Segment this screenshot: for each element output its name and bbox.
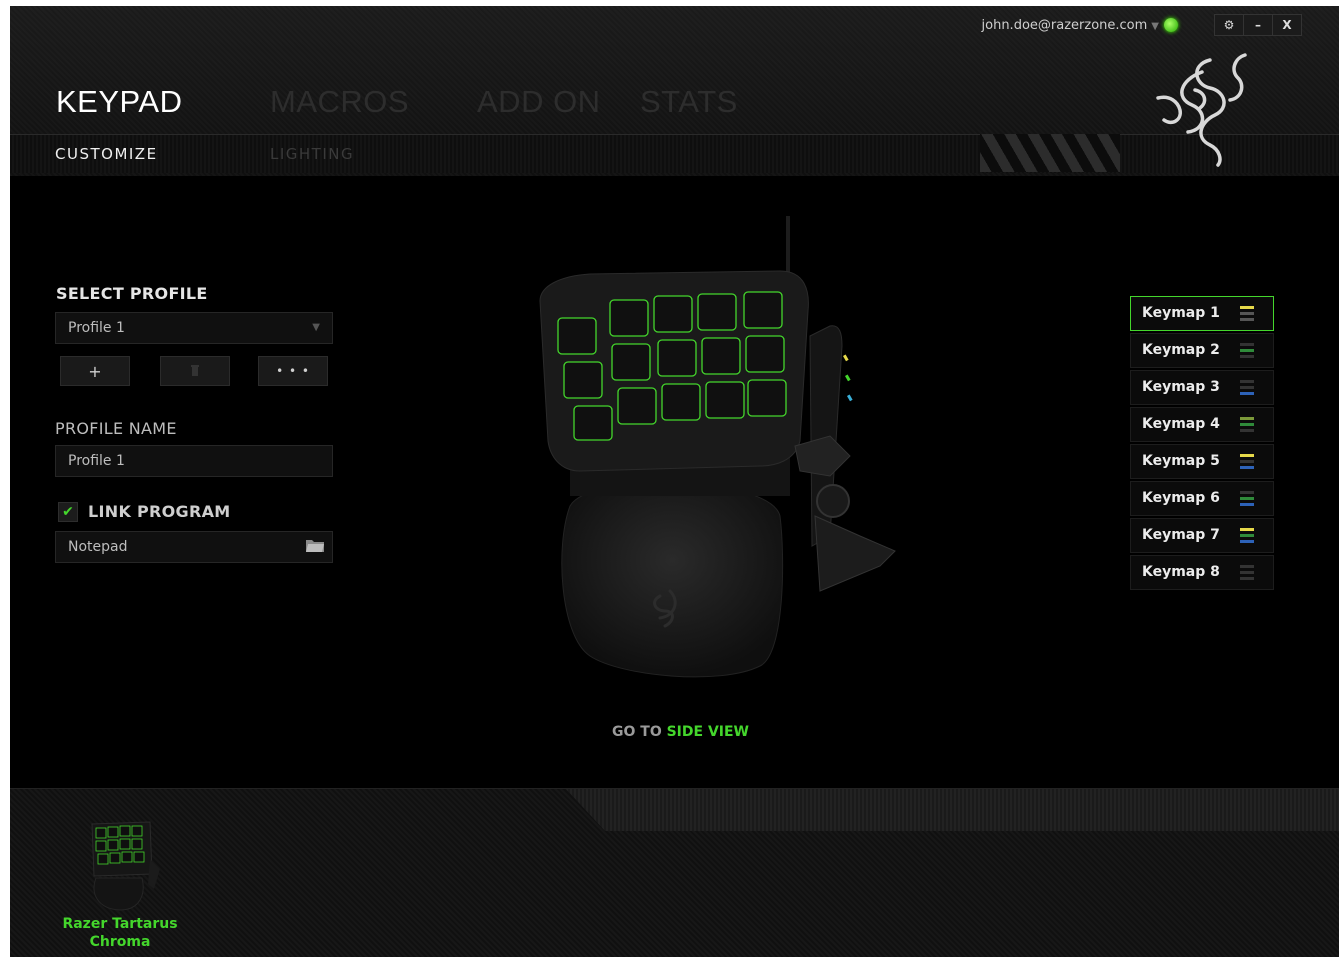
program-value: Notepad <box>68 539 128 555</box>
keymap-item[interactable]: Keymap 4 <box>1130 407 1274 442</box>
checkmark-icon: ✔ <box>62 504 74 520</box>
user-email: john.doe@razerzone.com <box>981 18 1148 33</box>
device-name-line1: Razer Tartarus <box>62 916 178 932</box>
close-button[interactable]: X <box>1273 15 1301 35</box>
keymap-color-icon <box>1240 380 1254 396</box>
settings-button[interactable]: ⚙ <box>1215 15 1244 35</box>
profile-dropdown-value: Profile 1 <box>68 320 125 336</box>
chevron-down-icon: ▼ <box>312 322 320 333</box>
device-name-line2: Chroma <box>89 934 151 950</box>
main-tabs: KEYPAD MACROS ADD ON STATS <box>56 84 738 120</box>
device-thumbnail[interactable] <box>80 814 166 914</box>
delete-profile-button[interactable] <box>160 356 230 386</box>
link-program-checkbox[interactable]: ✔ <box>58 502 78 522</box>
keymap-item[interactable]: Keymap 7 <box>1130 518 1274 553</box>
tab-stats[interactable]: STATS <box>640 84 738 120</box>
keymap-item[interactable]: Keymap 6 <box>1130 481 1274 516</box>
profile-name-input[interactable]: Profile 1 <box>55 445 333 477</box>
caret-down-icon: ▼ <box>1151 21 1159 32</box>
keymap-label: Keymap 5 <box>1142 453 1220 469</box>
keymap-label: Keymap 4 <box>1142 416 1220 432</box>
keypad-device-image <box>539 216 896 678</box>
keymap-color-icon <box>1240 306 1254 322</box>
keymap-label: Keymap 7 <box>1142 527 1220 543</box>
subtab-customize[interactable]: CUSTOMIZE <box>55 145 158 163</box>
keymap-color-icon <box>1240 528 1254 544</box>
razer-logo-icon <box>1156 53 1247 167</box>
keymap-list: Keymap 1 Keymap 2 Keymap 3 Keymap 4 Keym… <box>1130 296 1274 592</box>
profile-dropdown[interactable]: Profile 1 ▼ <box>55 312 333 344</box>
keymap-label: Keymap 6 <box>1142 490 1220 506</box>
side-view-link[interactable]: GO TO SIDE VIEW <box>612 724 749 740</box>
device-footer <box>10 788 1339 957</box>
folder-icon[interactable] <box>306 538 324 552</box>
window-controls: ⚙ – X <box>1214 14 1302 36</box>
tab-add-on[interactable]: ADD ON <box>477 84 640 120</box>
link-program-label: LINK PROGRAM <box>88 502 231 521</box>
keymap-item[interactable]: Keymap 8 <box>1130 555 1274 590</box>
razer-synapse-window: john.doe@razerzone.com ▼ ⚙ – X KEYPAD MAC… <box>10 6 1339 957</box>
keymap-color-icon <box>1240 454 1254 470</box>
keymap-item[interactable]: Keymap 2 <box>1130 333 1274 368</box>
tab-macros[interactable]: MACROS <box>270 84 477 120</box>
keymap-item[interactable]: Keymap 1 <box>1130 296 1274 331</box>
keymap-item[interactable]: Keymap 5 <box>1130 444 1274 479</box>
sub-tabs: CUSTOMIZE LIGHTING <box>10 134 1339 173</box>
keymap-color-icon <box>1240 417 1254 433</box>
keymap-item[interactable]: Keymap 3 <box>1130 370 1274 405</box>
keymap-color-icon <box>1240 565 1254 581</box>
select-profile-label: SELECT PROFILE <box>56 284 208 303</box>
decorative-stripes <box>980 134 1120 172</box>
keymap-color-icon <box>1240 491 1254 507</box>
device-name[interactable]: Razer Tartarus Chroma <box>50 915 190 951</box>
side-view-text: SIDE VIEW <box>666 724 749 740</box>
minimize-button[interactable]: – <box>1244 15 1273 35</box>
keymap-color-icon <box>1240 343 1254 359</box>
go-to-prefix: GO TO <box>612 724 667 740</box>
program-field[interactable]: Notepad <box>55 531 333 563</box>
keymap-label: Keymap 3 <box>1142 379 1220 395</box>
keymap-label: Keymap 2 <box>1142 342 1220 358</box>
tab-keypad[interactable]: KEYPAD <box>56 84 270 120</box>
profile-name-label: PROFILE NAME <box>55 419 177 438</box>
more-options-button[interactable]: • • • <box>258 356 328 386</box>
trash-icon <box>191 365 199 376</box>
user-account-menu[interactable]: john.doe@razerzone.com ▼ <box>982 18 1159 33</box>
online-status-icon <box>1164 18 1178 32</box>
add-profile-button[interactable]: + <box>60 356 130 386</box>
keymap-label: Keymap 8 <box>1142 564 1220 580</box>
keymap-label: Keymap 1 <box>1142 305 1220 321</box>
subtab-lighting[interactable]: LIGHTING <box>270 145 354 163</box>
